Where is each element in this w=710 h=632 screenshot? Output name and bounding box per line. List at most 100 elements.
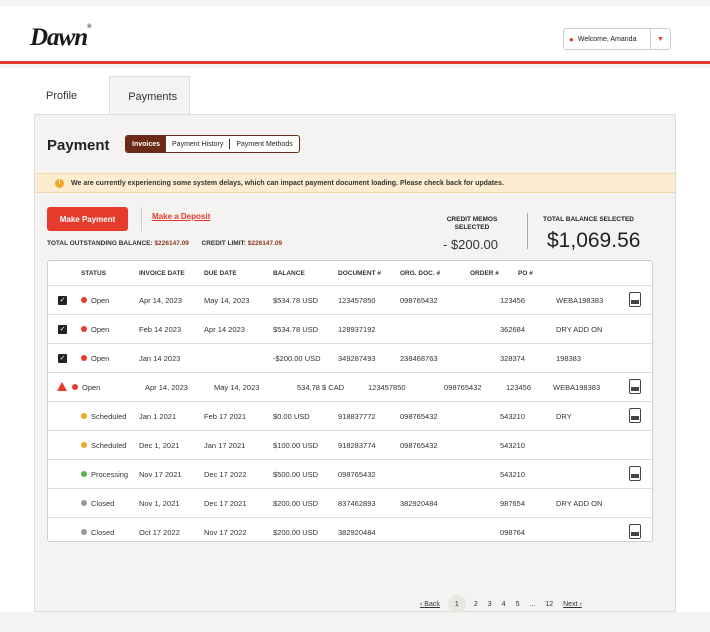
status-dot-icon — [81, 471, 87, 478]
col-invoice-date[interactable]: INVOICE DATE — [139, 270, 185, 277]
logo-registered-mark: ® — [87, 24, 92, 30]
cell-org-doc: 098765432 — [444, 383, 482, 392]
warning-icon — [57, 382, 67, 391]
tab-payment-history[interactable]: Payment History — [166, 136, 229, 152]
chevron-right-icon: › — [579, 600, 582, 608]
chevron-down-icon[interactable]: ▼ — [650, 29, 670, 49]
status-dot-icon — [81, 297, 87, 304]
pager-next[interactable]: Next › — [563, 601, 582, 608]
table-row[interactable]: Open Apr 14, 2023 May 14, 2023 534,78 $ CAD… — [48, 372, 652, 401]
col-status[interactable]: STATUS — [81, 270, 106, 277]
cell-invoice-date: Jan 14 2023 — [139, 354, 181, 363]
pdf-icon[interactable] — [629, 408, 641, 423]
cell-document: 918837772 — [338, 412, 376, 421]
status-label: Processing — [91, 470, 129, 479]
status-label: Open — [91, 354, 110, 363]
row-checkbox[interactable]: ✓ — [58, 325, 67, 334]
tab-payments[interactable]: Payments — [109, 76, 191, 114]
table-row[interactable]: Scheduled Dec 1, 2021 Jan 17 2021 $100.00 U… — [48, 430, 652, 459]
pager-page-3[interactable]: 3 — [488, 601, 492, 608]
status-label: Closed — [91, 528, 115, 537]
col-org-doc[interactable]: ORG. DOC. # — [400, 270, 440, 277]
invoices-table: STATUS INVOICE DATE DUE DATE BALANCE DOC… — [47, 260, 653, 542]
status-badge: Open — [81, 296, 109, 305]
cell-invoice-date: Jan 1 2021 — [139, 412, 177, 421]
row-checkbox[interactable]: ✓ — [58, 354, 67, 363]
pager-page-2[interactable]: 2 — [474, 601, 478, 608]
cell-balance: $534.78 USD — [273, 325, 319, 334]
divider — [141, 207, 142, 231]
status-badge: Open — [81, 325, 109, 334]
cell-po: WEBA198383 — [553, 383, 601, 392]
tabs: Profile Payments — [28, 76, 191, 114]
status-label: Scheduled — [91, 412, 127, 421]
cell-order: 543210 — [500, 441, 526, 450]
pager-page-4[interactable]: 4 — [502, 601, 506, 608]
outstanding-label: TOTAL OUTSTANDING BALANCE: — [47, 240, 153, 247]
payment-panel: Payment Invoices Payment History Payment… — [34, 114, 676, 613]
cell-document: 098765432 — [338, 470, 376, 479]
status-label: Open — [91, 325, 110, 334]
status-dot-icon — [81, 326, 87, 333]
user-icon: ● — [569, 34, 574, 44]
cell-po: DRY — [556, 412, 572, 421]
table-row[interactable]: ✓ Open Apr 14, 2023 May 14, 2023 $534.78 USD… — [48, 285, 652, 314]
table-row[interactable]: ✓ Open Feb 14 2023 Apr 14 2023 $534.78 USD 12… — [48, 314, 652, 343]
user-menu[interactable]: ● Welcome, Amanda ▼ — [563, 28, 671, 50]
pager-page-1[interactable]: 1 — [447, 595, 466, 613]
pdf-icon[interactable] — [629, 292, 641, 307]
pager-back[interactable]: ‹ Back — [420, 601, 440, 608]
page: Dawn® ● Welcome, Amanda ▼ Profile Paymen… — [0, 0, 710, 632]
cell-balance: $100.00 USD — [273, 441, 319, 450]
cell-balance: $200.00 USD — [273, 499, 319, 508]
credit-limit-value: $226147.09 — [247, 240, 283, 247]
cell-order: 123456 — [506, 383, 532, 392]
cell-po: DRY ADD ON — [556, 499, 603, 508]
cell-org-doc: 098765432 — [400, 296, 438, 305]
credit-limit-label: CREDIT LIMIT: — [201, 240, 246, 247]
tab-profile[interactable]: Profile — [28, 76, 95, 114]
status-badge: Open — [72, 383, 100, 392]
status-label: Open — [82, 383, 101, 392]
status-badge: Closed — [81, 499, 114, 508]
table-row[interactable]: Scheduled Jan 1 2021 Feb 17 2021 $0.00 USD 9… — [48, 401, 652, 430]
cell-due-date: Feb 17 2021 — [204, 412, 247, 421]
col-po[interactable]: PO # — [518, 270, 533, 277]
cell-order: 543210 — [500, 412, 526, 421]
total-selected-label: TOTAL BALANCE SELECTED — [543, 216, 635, 223]
cell-invoice-date: Nov 17 2021 — [139, 470, 182, 479]
dawn-logo[interactable]: Dawn® — [30, 24, 92, 52]
tab-invoices[interactable]: Invoices — [126, 136, 167, 152]
cell-balance: $534.78 USD — [273, 296, 319, 305]
cell-invoice-date: Feb 14 2023 — [139, 325, 182, 334]
col-document[interactable]: DOCUMENT # — [338, 270, 381, 277]
pdf-icon[interactable] — [629, 524, 641, 539]
credit-memos-label: CREDIT MEMOS SELECTED — [446, 216, 498, 231]
make-payment-button[interactable]: Make Payment — [47, 207, 128, 231]
welcome-label: Welcome, Amanda — [577, 35, 637, 43]
table-row[interactable]: Processing Nov 17 2021 Dec 17 2022 $500.00 … — [48, 459, 652, 488]
logo-text: Dawn — [30, 24, 88, 51]
col-order[interactable]: ORDER # — [470, 270, 499, 277]
cell-balance: $0.00 USD — [273, 412, 310, 421]
table-row[interactable]: Closed Oct 17 2022 Nov 17 2022 $200.00 USD 3… — [48, 517, 652, 543]
make-deposit-link[interactable]: Make a Deposit — [152, 212, 210, 221]
pdf-icon[interactable] — [629, 466, 641, 481]
col-due-date[interactable]: DUE DATE — [204, 270, 237, 277]
cell-order: 987654 — [500, 499, 526, 508]
table-header: STATUS INVOICE DATE DUE DATE BALANCE DOC… — [48, 261, 652, 285]
pager-page-12[interactable]: 12 — [545, 601, 553, 608]
cell-order: 098764 — [500, 528, 526, 537]
pager-page-5[interactable]: 5 — [516, 601, 520, 608]
row-checkbox[interactable]: ✓ — [58, 296, 67, 305]
cell-org-doc: 098765432 — [400, 441, 438, 450]
table-row[interactable]: Closed Nov 1, 2021 Dec 17 2021 $200.00 USD 8… — [48, 488, 652, 517]
cell-org-doc: 382920484 — [400, 499, 438, 508]
status-badge: Open — [81, 354, 109, 363]
status-label: Scheduled — [91, 441, 127, 450]
cell-due-date: May 14, 2023 — [214, 383, 260, 392]
col-balance[interactable]: BALANCE — [273, 270, 305, 277]
table-row[interactable]: ✓ Open Jan 14 2023 -$200.00 USD 349287493 238… — [48, 343, 652, 372]
tab-payment-methods[interactable]: Payment Methods — [230, 136, 298, 152]
pdf-icon[interactable] — [629, 379, 641, 394]
